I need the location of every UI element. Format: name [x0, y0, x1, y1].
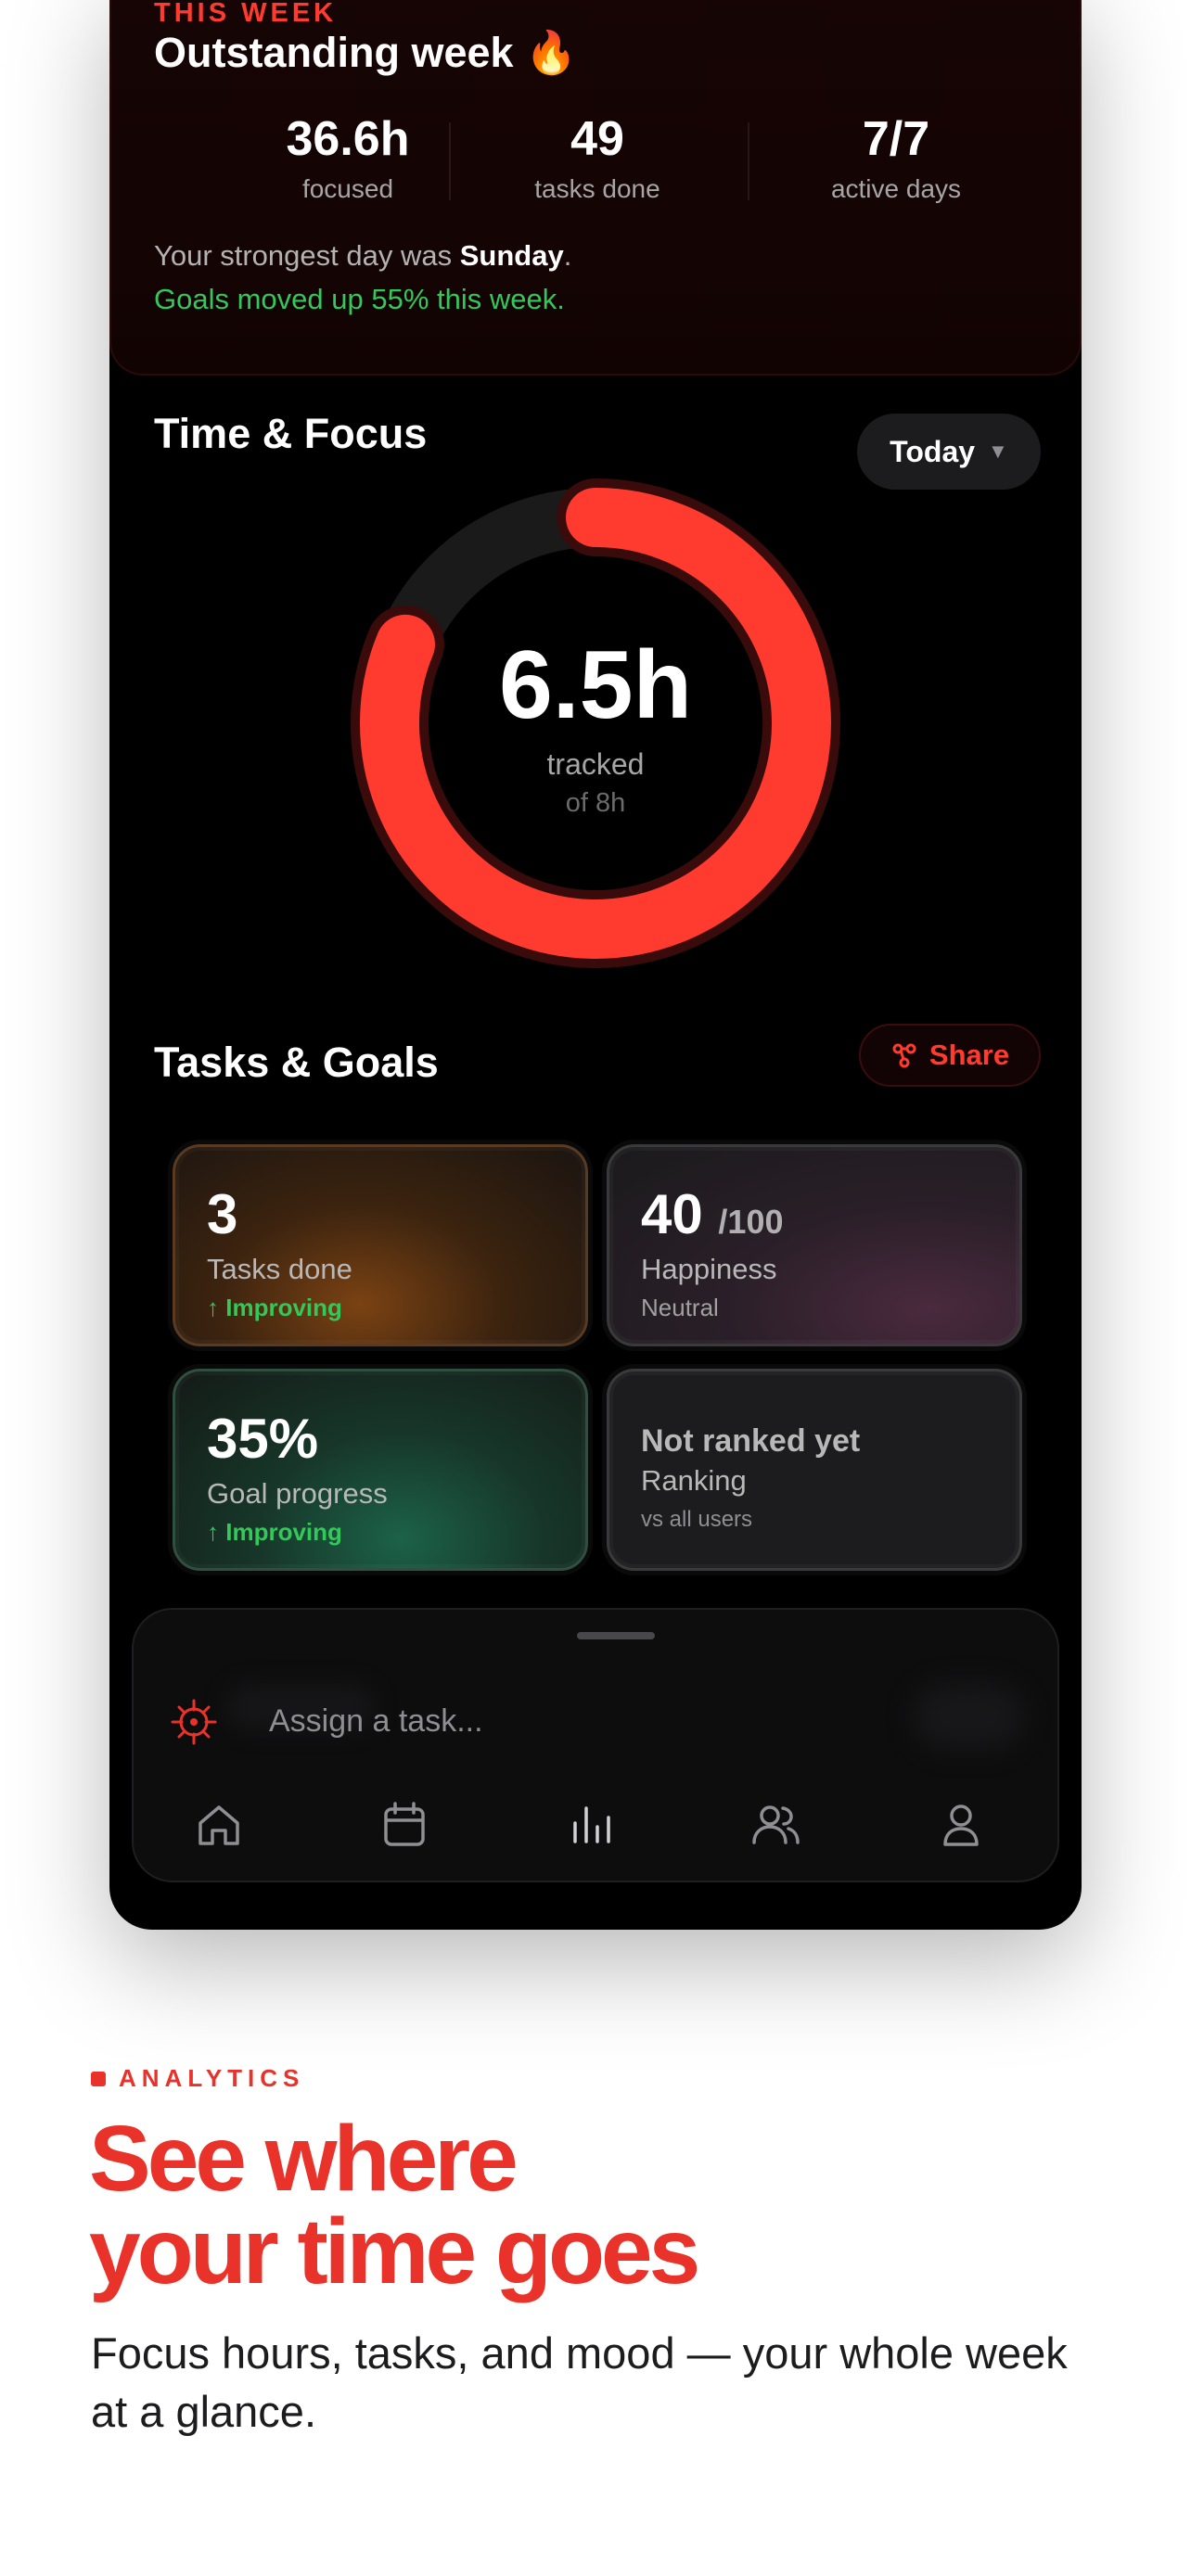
sheet-handle[interactable]	[577, 1632, 655, 1639]
tasks-done-tile[interactable]: 3 Tasks done ↑ Improving	[173, 1144, 588, 1346]
happiness-tile[interactable]: 40 /100 Happiness Neutral	[607, 1144, 1022, 1346]
tile-value: Not ranked yet	[641, 1423, 861, 1459]
goal-label: of 8h	[565, 788, 626, 818]
tile-trend: ↑ Improving	[207, 1518, 342, 1546]
tile-note: Neutral	[641, 1294, 719, 1321]
tile-label: Happiness	[641, 1253, 777, 1285]
blur-decoration	[913, 1684, 1024, 1749]
home-icon	[198, 1805, 239, 1845]
tracked-label: tracked	[546, 747, 645, 781]
team-icon	[752, 1805, 800, 1844]
happiness-denominator: /100	[718, 1203, 784, 1241]
ranking-tile[interactable]: Not ranked yet Ranking vs all users	[607, 1369, 1022, 1571]
tile-value: 35%	[207, 1408, 319, 1470]
nav-profile[interactable]	[931, 1795, 991, 1855]
tracked-value: 6.5h	[498, 631, 693, 739]
marketing-eyebrow: ANALYTICS	[91, 2064, 304, 2093]
nav-calendar[interactable]	[375, 1795, 434, 1855]
nav-analytics[interactable]	[560, 1795, 620, 1855]
goal-progress-tile[interactable]: 35% Goal progress ↑ Improving	[173, 1369, 588, 1571]
tasks-goals-title: Tasks & Goals	[154, 1039, 439, 1086]
sparkle-target-icon[interactable]	[169, 1697, 219, 1747]
tile-label: Tasks done	[207, 1253, 352, 1285]
happiness-score: 40	[641, 1183, 703, 1245]
tile-value: 3	[207, 1183, 238, 1245]
eyebrow-bullet	[91, 2071, 106, 2086]
tile-label: Ranking	[641, 1464, 747, 1497]
marketing-headline: See where your time goes	[89, 2112, 1109, 2298]
tile-note: vs all users	[641, 1507, 753, 1532]
headline-line: See where	[89, 2107, 519, 2211]
calendar-icon	[384, 1802, 425, 1846]
assign-task-input[interactable]: Assign a task...	[269, 1703, 483, 1740]
analytics-icon	[573, 1806, 610, 1843]
eyebrow-label: ANALYTICS	[119, 2064, 305, 2092]
share-label: Share	[928, 1039, 1010, 1071]
nav-home[interactable]	[189, 1795, 249, 1855]
share-icon	[892, 1043, 916, 1068]
share-button[interactable]: Share	[859, 1024, 1041, 1087]
profile-icon	[943, 1804, 979, 1846]
tile-label: Goal progress	[207, 1477, 388, 1510]
focus-ring-chart	[351, 478, 840, 968]
bottom-sheet: Assign a task...	[132, 1608, 1059, 1882]
marketing-subtitle: Focus hours, tasks, and mood — your whol…	[91, 2328, 1068, 2436]
headline-line: your time goes	[89, 2200, 700, 2303]
tile-value: 40 /100	[641, 1182, 784, 1246]
tile-trend: ↑ Improving	[207, 1294, 342, 1321]
nav-team[interactable]	[746, 1795, 805, 1855]
phone-screen: THIS WEEK Outstanding week 🔥 36.6h focus…	[109, 0, 1082, 1930]
